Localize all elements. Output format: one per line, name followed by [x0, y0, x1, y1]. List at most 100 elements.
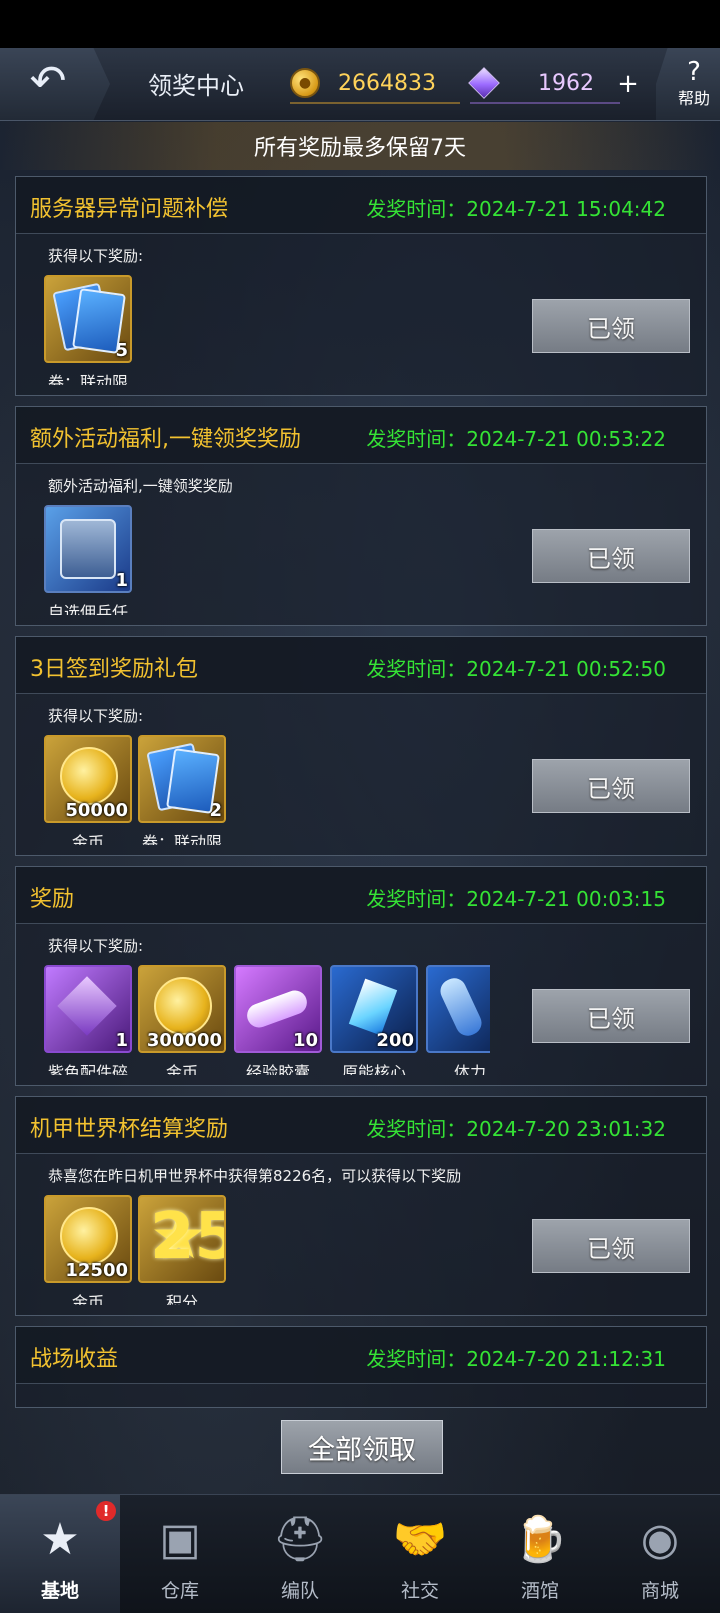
claimed-button[interactable]: 已领 — [532, 759, 690, 813]
card-header: 战场收益 发奖时间：2024-7-20 21:12:31 — [16, 1327, 706, 1384]
nav-shop[interactable]: ◉ 商城 — [600, 1495, 720, 1613]
card-description: 获得以下奖励: — [48, 247, 144, 265]
item-quantity: 5 — [115, 340, 128, 361]
reward-item[interactable]: 12500 金币 — [44, 1195, 132, 1305]
reward-items: 1 自选佣兵任 — [44, 505, 490, 615]
gold-coin-icon: 12500 — [44, 1195, 132, 1283]
purple-part-fragment-icon: 1 — [44, 965, 132, 1053]
gem-value: 1962 — [538, 70, 594, 96]
card-title: 战场收益 — [30, 1347, 119, 1372]
handshake-icon: 🤝 — [392, 1514, 448, 1565]
gold-coin-icon: 50000 — [44, 735, 132, 823]
exp-capsule-icon: 10 — [234, 965, 322, 1053]
mercenary-box-icon: 1 — [44, 505, 132, 593]
coin-balance: ● 2664833 — [290, 64, 460, 104]
item-quantity: 50000 — [65, 800, 128, 821]
nav-label: 社交 — [400, 1580, 439, 1602]
claimed-button[interactable]: 已领 — [532, 529, 690, 583]
item-quantity: 12500 — [65, 1260, 128, 1281]
status-bar — [0, 0, 720, 48]
card-header: 奖励 发奖时间：2024-7-21 00:03:15 — [16, 867, 706, 924]
reward-item[interactable]: 1 紫色配件碎 — [44, 965, 132, 1075]
claimed-button[interactable]: 已领 — [532, 299, 690, 353]
item-name: 券：联动限 — [47, 373, 128, 385]
stamina-icon — [426, 965, 490, 1053]
reward-item[interactable]: 2 券：联动限 — [138, 735, 226, 845]
reward-items: 12500 金币 ★ 250 积分 — [44, 1195, 490, 1305]
nav-warehouse[interactable]: ▣ 仓库 — [120, 1495, 240, 1613]
back-button[interactable]: ↶ — [0, 48, 110, 120]
reward-items: 5 券：联动限 — [44, 275, 490, 385]
card-time: 发奖时间：2024-7-21 00:53:22 — [366, 427, 666, 451]
nav-tavern[interactable]: 🍺 酒馆 — [480, 1495, 600, 1613]
reward-mail-card: 战场收益 发奖时间：2024-7-20 21:12:31 — [15, 1326, 707, 1408]
card-header: 机甲世界杯结算奖励 发奖时间：2024-7-20 23:01:32 — [16, 1097, 706, 1154]
nav-social[interactable]: 🤝 社交 — [360, 1495, 480, 1613]
card-description: 获得以下奖励: — [48, 937, 144, 955]
reward-item[interactable]: 1 自选佣兵任 — [44, 505, 132, 615]
add-gems-button[interactable]: + — [614, 70, 642, 98]
reward-item[interactable]: 200 原能核心 — [330, 965, 418, 1075]
card-ticket-icon: 2 — [138, 735, 226, 823]
item-name: 自选佣兵任 — [47, 603, 128, 615]
item-quantity: 250 — [150, 1200, 224, 1274]
warehouse-icon: ▣ — [159, 1514, 201, 1565]
nav-base[interactable]: ★ 基地 ! — [0, 1495, 120, 1613]
reward-items: 1 紫色配件碎 300000 金币 10 经验胶囊 200 原能核心 体力 — [44, 965, 490, 1075]
coin-value: 2664833 — [338, 70, 436, 96]
reward-item[interactable]: ★ 250 积分 — [138, 1195, 226, 1305]
help-button[interactable]: ? 帮助 — [656, 48, 720, 120]
card-description: 额外活动福利,一键领奖奖励 — [48, 477, 233, 495]
item-name: 体力 — [453, 1063, 486, 1075]
reward-mail-card: 服务器异常问题补偿 发奖时间：2024-7-21 15:04:42 获得以下奖励… — [15, 176, 707, 396]
card-ticket-icon: 5 — [44, 275, 132, 363]
card-title: 服务器异常问题补偿 — [30, 197, 229, 222]
card-time: 发奖时间：2024-7-21 00:52:50 — [366, 657, 666, 681]
top-header: ↶ 领奖中心 ● 2664833 1962 + ? 帮助 — [0, 48, 720, 121]
formation-helmet-icon: ⛑ — [272, 1514, 328, 1565]
card-header: 3日签到奖励礼包 发奖时间：2024-7-21 00:52:50 — [16, 637, 706, 694]
item-quantity: 200 — [376, 1030, 414, 1051]
reward-mail-card: 3日签到奖励礼包 发奖时间：2024-7-21 00:52:50 获得以下奖励:… — [15, 636, 707, 856]
item-name: 积分 — [165, 1293, 198, 1305]
reward-item[interactable]: 50000 金币 — [44, 735, 132, 845]
shop-icon: ◉ — [640, 1514, 680, 1565]
reward-item[interactable]: 体力 — [426, 965, 490, 1075]
back-arrow-icon: ↶ — [29, 56, 67, 107]
reward-item[interactable]: 10 经验胶囊 — [234, 965, 322, 1075]
reward-mail-card: 机甲世界杯结算奖励 发奖时间：2024-7-20 23:01:32 恭喜您在昨日… — [15, 1096, 707, 1316]
nav-label: 编队 — [280, 1580, 319, 1602]
gem-icon — [468, 67, 500, 99]
card-title: 奖励 — [30, 887, 75, 912]
card-time: 发奖时间：2024-7-20 21:12:31 — [366, 1347, 666, 1371]
item-quantity: 300000 — [146, 1030, 222, 1051]
coin-icon: ● — [290, 68, 320, 98]
reward-mail-card: 额外活动福利,一键领奖奖励 发奖时间：2024-7-21 00:53:22 额外… — [15, 406, 707, 626]
reward-mail-card: 奖励 发奖时间：2024-7-21 00:03:15 获得以下奖励: 1 紫色配… — [15, 866, 707, 1086]
item-quantity: 2 — [209, 800, 222, 821]
card-description: 恭喜您在昨日机甲世界杯中获得第8226名，可以获得以下奖励 — [48, 1167, 462, 1185]
claimed-button[interactable]: 已领 — [532, 989, 690, 1043]
claim-all-button[interactable]: 全部领取 — [281, 1420, 443, 1474]
card-time: 发奖时间：2024-7-21 00:03:15 — [366, 887, 666, 911]
card-header: 服务器异常问题补偿 发奖时间：2024-7-21 15:04:42 — [16, 177, 706, 234]
nav-label: 商城 — [640, 1580, 679, 1602]
card-title: 3日签到奖励礼包 — [30, 657, 198, 682]
page-title: 领奖中心 — [148, 72, 244, 100]
reward-items: 50000 金币 2 券：联动限 — [44, 735, 490, 845]
item-quantity: 1 — [115, 1030, 128, 1051]
nav-label: 酒馆 — [520, 1580, 559, 1602]
card-description: 获得以下奖励: — [48, 707, 144, 725]
claimed-button[interactable]: 已领 — [532, 1219, 690, 1273]
origin-core-icon: 200 — [330, 965, 418, 1053]
tavern-mug-icon: 🍺 — [512, 1514, 568, 1565]
nav-formation[interactable]: ⛑ 编队 — [240, 1495, 360, 1613]
card-header: 额外活动福利,一键领奖奖励 发奖时间：2024-7-21 00:53:22 — [16, 407, 706, 464]
item-name: 经验胶囊 — [245, 1063, 310, 1075]
item-name: 金币 — [71, 1293, 104, 1305]
reward-item[interactable]: 300000 金币 — [138, 965, 226, 1075]
gold-coin-icon: 300000 — [138, 965, 226, 1053]
item-quantity: 1 — [115, 570, 128, 591]
reward-item[interactable]: 5 券：联动限 — [44, 275, 132, 385]
help-label: 帮助 — [677, 89, 710, 108]
